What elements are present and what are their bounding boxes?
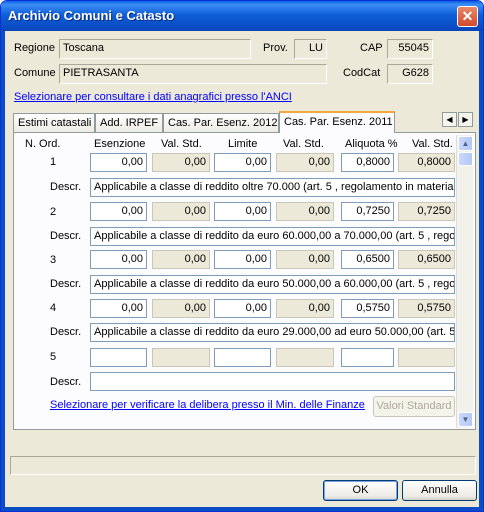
- header-val-std: Val. Std.: [283, 138, 324, 150]
- tab-add-irpef[interactable]: Add. IRPEF: [95, 113, 163, 132]
- scroll-thumb[interactable]: [458, 152, 473, 166]
- esenzione-std-field: 0,00: [152, 202, 210, 221]
- window-frame-left: [1, 31, 5, 511]
- descr-field[interactable]: Applicabile a classe di reddito da euro …: [90, 275, 455, 294]
- tab-cas-par-esenz-2011[interactable]: Cas. Par. Esenz. 2011: [279, 111, 395, 133]
- header-limite: Limite: [228, 138, 258, 150]
- ok-button[interactable]: OK: [323, 480, 398, 501]
- aliquota-std-field: 0,6500: [398, 250, 455, 269]
- window-frame-right: [479, 31, 483, 511]
- limite-field[interactable]: 0,00: [214, 250, 271, 269]
- aliquota-field[interactable]: 0,6500: [341, 250, 394, 269]
- esenzione-field[interactable]: 0,00: [90, 202, 147, 221]
- limite-std-field: [276, 348, 334, 367]
- tab-cas-par-esenz-2012[interactable]: Cas. Par. Esenz. 2012: [163, 113, 279, 132]
- descr-field[interactable]: Applicabile a classe di reddito da euro …: [90, 227, 455, 246]
- row-number: 1: [50, 156, 57, 168]
- descr-field[interactable]: Applicabile a classe di reddito da euro …: [90, 323, 455, 342]
- esenzione-std-field: 0,00: [152, 153, 210, 172]
- limite-std-field: 0,00: [276, 202, 334, 221]
- regione-label: Regione: [14, 42, 55, 54]
- codcat-field: G628: [387, 64, 433, 84]
- valori-standard-button[interactable]: Valori Standard: [373, 396, 455, 417]
- limite-field[interactable]: 0,00: [214, 153, 271, 172]
- aliquota-field[interactable]: 0,7250: [341, 202, 394, 221]
- aliquota-std-field: 0,5750: [398, 299, 455, 318]
- aliquota-field[interactable]: 0,5750: [341, 299, 394, 318]
- header-esenzione: Esenzione: [94, 138, 146, 150]
- tab-label: Add. IRPEF: [100, 117, 159, 129]
- scroll-up-icon[interactable]: ▲: [458, 136, 473, 151]
- tab-label: Estimi catastali: [18, 117, 92, 129]
- cap-field: 55045: [387, 39, 433, 59]
- header-val-std: Val. Std.: [161, 138, 202, 150]
- prov-field: LU: [294, 39, 327, 59]
- descr-label: Descr.: [50, 278, 82, 290]
- aliquota-field[interactable]: [341, 348, 394, 367]
- status-bar: [10, 456, 476, 475]
- annulla-button[interactable]: Annulla: [402, 480, 477, 501]
- tab-scroll-left-icon[interactable]: ◀: [442, 112, 457, 127]
- limite-std-field: 0,00: [276, 250, 334, 269]
- row-number: 3: [50, 254, 57, 266]
- vertical-scrollbar[interactable]: ▲ ▼: [456, 135, 473, 428]
- tab-label: Cas. Par. Esenz. 2011: [284, 116, 393, 128]
- row-number: 4: [50, 302, 57, 314]
- close-icon: ✕: [461, 8, 474, 24]
- header-n-ord: N. Ord.: [25, 138, 61, 150]
- title-bar: Archivio Comuni e Catasto ✕: [1, 1, 483, 31]
- anci-link[interactable]: Selezionare per consultare i dati anagra…: [14, 91, 292, 103]
- comune-field: PIETRASANTA: [59, 64, 327, 84]
- tab-scroll-right-icon[interactable]: ▶: [458, 112, 473, 127]
- descr-label: Descr.: [50, 230, 82, 242]
- descr-label: Descr.: [50, 376, 82, 388]
- prov-label: Prov.: [263, 42, 288, 54]
- limite-std-field: 0,00: [276, 299, 334, 318]
- esenzione-field[interactable]: 0,00: [90, 250, 147, 269]
- regione-field: Toscana: [59, 39, 251, 59]
- esenzione-std-field: 0,00: [152, 299, 210, 318]
- esenzione-std-field: [152, 348, 210, 367]
- esenzione-field[interactable]: 0,00: [90, 299, 147, 318]
- limite-std-field: 0,00: [276, 153, 334, 172]
- header-aliquota: Aliquota %: [345, 138, 398, 150]
- aliquota-field[interactable]: 0,8000: [341, 153, 394, 172]
- aliquota-std-field: 0,8000: [398, 153, 455, 172]
- descr-field[interactable]: Applicabile a classe di reddito oltre 70…: [90, 178, 455, 197]
- esenzione-field[interactable]: 0,00: [90, 153, 147, 172]
- close-button[interactable]: ✕: [457, 6, 478, 27]
- scroll-down-icon[interactable]: ▼: [458, 412, 473, 427]
- window-frame-bottom: [1, 507, 483, 511]
- comune-label: Comune: [14, 67, 56, 79]
- limite-field[interactable]: [214, 348, 271, 367]
- row-number: 2: [50, 206, 57, 218]
- tab-estimi-catastali[interactable]: Estimi catastali: [13, 113, 95, 132]
- limite-field[interactable]: 0,00: [214, 299, 271, 318]
- esenzione-std-field: 0,00: [152, 250, 210, 269]
- tab-label: Cas. Par. Esenz. 2012: [168, 117, 278, 129]
- aliquota-std-field: 0,7250: [398, 202, 455, 221]
- descr-field[interactable]: [90, 372, 455, 391]
- cap-label: CAP: [360, 42, 383, 54]
- delibera-link[interactable]: Selezionare per verificare la delibera p…: [50, 399, 365, 411]
- archivio-window: Archivio Comuni e Catasto ✕ Regione Tosc…: [0, 0, 484, 512]
- header-val-std: Val. Std.: [412, 138, 453, 150]
- window-title: Archivio Comuni e Catasto: [8, 8, 175, 23]
- descr-label: Descr.: [50, 326, 82, 338]
- codcat-label: CodCat: [343, 67, 381, 79]
- tab-scroll-arrows: ◀ ▶: [442, 112, 474, 127]
- esenzione-field[interactable]: [90, 348, 147, 367]
- descr-label: Descr.: [50, 181, 82, 193]
- row-number: 5: [50, 351, 57, 363]
- aliquota-std-field: [398, 348, 455, 367]
- limite-field[interactable]: 0,00: [214, 202, 271, 221]
